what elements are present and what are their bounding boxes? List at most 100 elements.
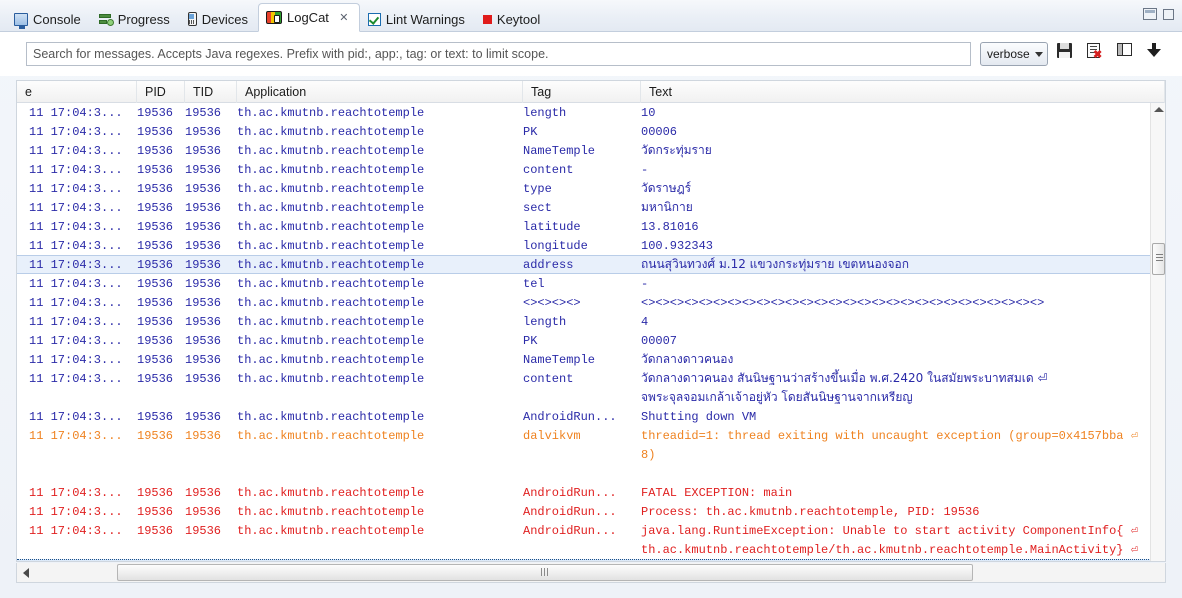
table-row[interactable]: 11 17:04:3...1953619536th.ac.kmutnb.reac… — [17, 122, 1165, 141]
table-row[interactable]: 11 17:04:3...1953619536th.ac.kmutnb.reac… — [17, 160, 1165, 179]
cell-time: 11 17:04:3... — [17, 429, 137, 443]
clear-log-button[interactable]: ✖ — [1087, 43, 1108, 65]
log-level-select[interactable]: verbose — [980, 42, 1048, 66]
cell-time: 11 17:04:3... — [17, 334, 137, 348]
table-row[interactable]: 11 17:04:3...1953619536th.ac.kmutnb.reac… — [17, 141, 1165, 160]
cell-tag: content — [523, 372, 641, 386]
column-header-time[interactable]: e — [17, 81, 137, 103]
cell-application: th.ac.kmutnb.reachtotemple — [237, 277, 523, 291]
scroll-lock-button[interactable] — [1147, 43, 1168, 65]
floppy-disk-icon — [1057, 43, 1072, 58]
cell-time: 11 17:04:3... — [17, 524, 137, 538]
cell-time: 11 17:04:3... — [17, 410, 137, 424]
cell-pid: 19536 — [137, 486, 185, 500]
table-row[interactable]: 11 17:04:3...1953619536th.ac.kmutnb.reac… — [17, 502, 1165, 521]
cell-text: 4 — [641, 315, 1165, 329]
table-row[interactable]: 11 17:04:3...1953619536th.ac.kmutnb.reac… — [17, 255, 1165, 274]
cell-tag: AndroidRun... — [523, 505, 641, 519]
cell-application: th.ac.kmutnb.reachtotemple — [237, 182, 523, 196]
cell-tag: PK — [523, 125, 641, 139]
column-header-application[interactable]: Application — [237, 81, 523, 103]
table-row[interactable]: 11 17:04:3...1953619536th.ac.kmutnb.reac… — [17, 331, 1165, 350]
column-header-tag[interactable]: Tag — [523, 81, 641, 103]
table-row[interactable]: 11 17:04:3...1953619536th.ac.kmutnb.reac… — [17, 407, 1165, 426]
table-row[interactable]: 11 17:04:3...1953619536th.ac.kmutnb.reac… — [17, 483, 1165, 502]
minimize-icon[interactable] — [1143, 8, 1157, 20]
cell-tid: 19536 — [185, 258, 237, 272]
cell-text: 10 — [641, 106, 1165, 120]
column-header-pid[interactable]: PID — [137, 81, 185, 103]
cell-pid: 19536 — [137, 334, 185, 348]
cell-application: th.ac.kmutnb.reachtotemple — [237, 106, 523, 120]
cell-tid: 19536 — [185, 505, 237, 519]
tab-progress[interactable]: Progress — [91, 5, 180, 32]
tab-lint-warnings[interactable]: Lint Warnings — [360, 5, 475, 32]
keytool-icon — [483, 15, 492, 24]
cell-text: <><><><><><><><><><><><><><><><><><><><>… — [641, 296, 1165, 310]
table-row[interactable]: : java.lang.ArrayIndexOutOfBoundsExcepti… — [17, 559, 1165, 562]
tab-logcat[interactable]: LogCat ✕ — [258, 3, 360, 32]
horizontal-scrollbar[interactable] — [16, 563, 1166, 583]
table-row[interactable]: 11 17:04:3...1953619536th.ac.kmutnb.reac… — [17, 293, 1165, 312]
cell-time: 11 17:04:3... — [17, 353, 137, 367]
table-row[interactable]: 11 17:04:3...1953619536th.ac.kmutnb.reac… — [17, 312, 1165, 331]
clear-log-icon: ✖ — [1087, 43, 1100, 58]
cell-text: ถนนสุวินทวงศ์ ม.12 แขวงกระทุ่มราย เขตหนอ… — [641, 255, 1165, 274]
table-row[interactable]: 11 17:04:3...1953619536th.ac.kmutnb.reac… — [17, 274, 1165, 293]
table-row[interactable]: 11 17:04:3...1953619536th.ac.kmutnb.reac… — [17, 217, 1165, 236]
table-row[interactable]: ็จพระจุลจอมเกล้าเจ้าอยู่หัว โดยสันนิษฐาน… — [17, 388, 1165, 407]
cell-tag: address — [523, 258, 641, 272]
cell-tag: content — [523, 163, 641, 177]
log-level-value: verbose — [987, 47, 1030, 61]
cell-tid: 19536 — [185, 296, 237, 310]
cell-time: 11 17:04:3... — [17, 163, 137, 177]
tab-devices[interactable]: Devices — [180, 5, 258, 32]
tab-label: Console — [33, 13, 81, 26]
column-header-tid[interactable]: TID — [185, 81, 237, 103]
table-row[interactable]: 11 17:04:3...1953619536th.ac.kmutnb.reac… — [17, 521, 1165, 540]
table-row[interactable]: th.ac.kmutnb.reachtotemple/th.ac.kmutnb.… — [17, 540, 1165, 559]
cell-text: - — [641, 163, 1165, 177]
cell-text: FATAL EXCEPTION: main — [641, 486, 1165, 500]
cell-tag: sect — [523, 201, 641, 215]
cell-pid: 19536 — [137, 125, 185, 139]
table-row[interactable]: 11 17:04:3...1953619536th.ac.kmutnb.reac… — [17, 350, 1165, 369]
cell-tag: type — [523, 182, 641, 196]
vertical-scrollbar[interactable] — [1150, 103, 1165, 562]
column-header-text[interactable]: Text — [641, 81, 1165, 103]
scroll-up-arrow-icon[interactable] — [1154, 107, 1164, 112]
cell-time: 11 17:04:3... — [17, 106, 137, 120]
logcat-toolbar: verbose ✖ — [0, 32, 1182, 76]
cell-application: th.ac.kmutnb.reachtotemple — [237, 486, 523, 500]
scroll-left-arrow-icon[interactable] — [17, 564, 34, 582]
cell-tag: AndroidRun... — [523, 524, 641, 538]
cell-application: th.ac.kmutnb.reachtotemple — [237, 410, 523, 424]
cell-application: th.ac.kmutnb.reachtotemple — [237, 296, 523, 310]
tab-console[interactable]: Console — [6, 5, 91, 32]
cell-application: th.ac.kmutnb.reachtotemple — [237, 524, 523, 538]
table-row[interactable]: 11 17:04:3...1953619536th.ac.kmutnb.reac… — [17, 103, 1165, 122]
cell-pid: 19536 — [137, 201, 185, 215]
vertical-scrollbar-thumb[interactable] — [1152, 243, 1165, 275]
cell-tag: PK — [523, 334, 641, 348]
maximize-icon[interactable] — [1163, 9, 1174, 20]
display-view-button[interactable] — [1117, 43, 1138, 65]
table-row[interactable]: 8) — [17, 445, 1165, 464]
close-icon[interactable]: ✕ — [338, 12, 350, 24]
horizontal-scrollbar-thumb[interactable] — [117, 564, 973, 581]
table-row[interactable]: 11 17:04:3...1953619536th.ac.kmutnb.reac… — [17, 369, 1165, 388]
table-row[interactable] — [17, 464, 1165, 483]
cell-tid: 19536 — [185, 353, 237, 367]
cell-pid: 19536 — [137, 182, 185, 196]
table-row[interactable]: 11 17:04:3...1953619536th.ac.kmutnb.reac… — [17, 179, 1165, 198]
cell-pid: 19536 — [137, 106, 185, 120]
horizontal-scrollbar-track[interactable] — [34, 564, 1165, 582]
tab-keytool[interactable]: Keytool — [475, 5, 550, 32]
table-row[interactable]: 11 17:04:3...1953619536th.ac.kmutnb.reac… — [17, 236, 1165, 255]
cell-tag: AndroidRun... — [523, 410, 641, 424]
table-row[interactable]: 11 17:04:3...1953619536th.ac.kmutnb.reac… — [17, 198, 1165, 217]
search-input[interactable] — [26, 42, 971, 66]
save-log-button[interactable] — [1057, 43, 1078, 65]
cell-text: วัดกลางดาวคนอง — [641, 350, 1165, 369]
table-row[interactable]: 11 17:04:3...1953619536th.ac.kmutnb.reac… — [17, 426, 1165, 445]
